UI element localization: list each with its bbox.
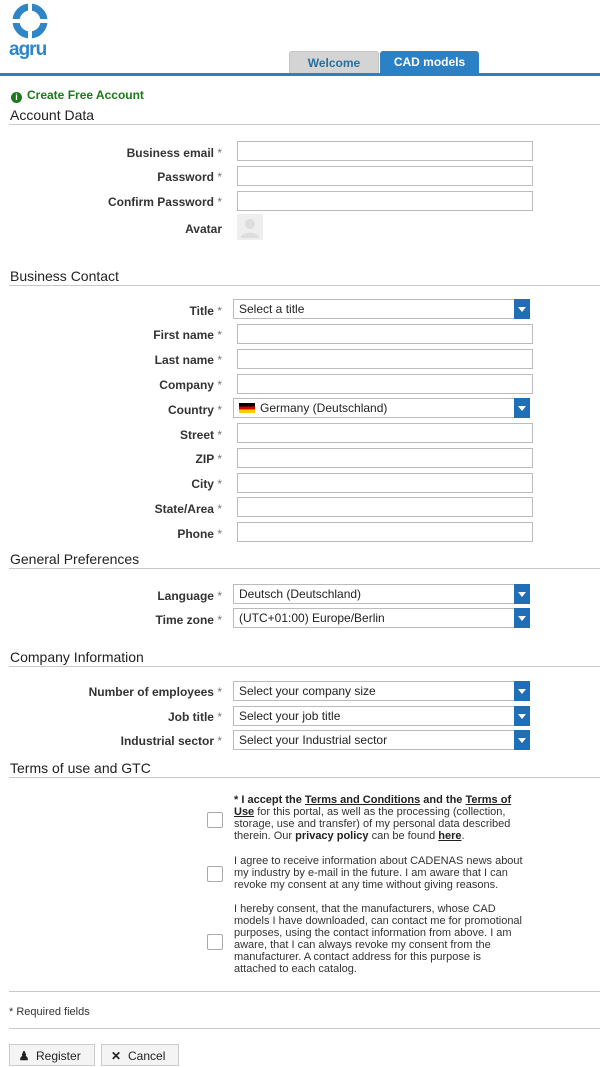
zip-label: ZIP * bbox=[195, 452, 222, 466]
country-label: Country * bbox=[167, 403, 222, 417]
street-input[interactable] bbox=[237, 423, 533, 443]
info-icon: i bbox=[11, 92, 22, 103]
chevron-down-icon bbox=[514, 584, 530, 604]
tab-welcome[interactable]: Welcome bbox=[289, 51, 379, 74]
register-label: Register bbox=[36, 1049, 81, 1063]
chevron-down-icon bbox=[514, 730, 530, 750]
page-title-text: Create Free Account bbox=[27, 88, 144, 102]
section-general-preferences: General Preferences bbox=[10, 551, 140, 567]
cancel-label: Cancel bbox=[128, 1049, 166, 1063]
chevron-down-icon bbox=[514, 681, 530, 701]
phone-input[interactable] bbox=[237, 522, 533, 542]
last-name-input[interactable] bbox=[237, 349, 533, 369]
confirm-password-input[interactable] bbox=[237, 191, 533, 211]
news-consent-checkbox[interactable] bbox=[207, 866, 223, 882]
section-divider bbox=[9, 666, 600, 667]
chevron-down-icon bbox=[514, 299, 530, 319]
timezone-select[interactable]: (UTC+01:00) Europe/Berlin bbox=[233, 608, 530, 628]
city-input[interactable] bbox=[237, 473, 533, 493]
job-title-label: Job title * bbox=[167, 710, 222, 724]
logo-text: agru bbox=[9, 39, 47, 60]
news-consent-text: I agree to receive information about CAD… bbox=[234, 855, 523, 891]
chevron-down-icon bbox=[514, 608, 530, 628]
tab-cad-models[interactable]: CAD models bbox=[380, 51, 479, 73]
section-divider bbox=[9, 991, 600, 992]
section-terms: Terms of use and GTC bbox=[10, 760, 151, 776]
accept-terms-checkbox[interactable] bbox=[207, 812, 223, 828]
industrial-sector-label: Industrial sector * bbox=[120, 734, 222, 748]
password-input[interactable] bbox=[237, 166, 533, 186]
industrial-sector-select[interactable]: Select your Industrial sector bbox=[233, 730, 530, 750]
language-select[interactable]: Deutsch (Deutschland) bbox=[233, 584, 530, 604]
state-input[interactable] bbox=[237, 497, 533, 517]
register-button[interactable]: ♟ Register bbox=[9, 1044, 95, 1066]
phone-label: Phone * bbox=[177, 527, 222, 541]
manufacturer-consent-text: I hereby consent, that the manufacturers… bbox=[234, 903, 522, 975]
agru-logo-icon bbox=[12, 3, 48, 39]
avatar-label: Avatar bbox=[185, 222, 222, 236]
header-divider bbox=[0, 73, 600, 76]
terms-and-conditions-link[interactable]: Terms and Conditions bbox=[305, 794, 420, 806]
required-fields-note: * Required fields bbox=[9, 1006, 90, 1018]
street-label: Street * bbox=[179, 428, 222, 442]
language-label: Language * bbox=[157, 589, 222, 603]
job-title-select[interactable]: Select your job title bbox=[233, 706, 530, 726]
privacy-here-link[interactable]: here bbox=[438, 830, 461, 842]
manufacturer-consent-checkbox[interactable] bbox=[207, 934, 223, 950]
last-name-label: Last name * bbox=[154, 353, 222, 367]
cancel-button[interactable]: ✕ Cancel bbox=[101, 1044, 179, 1066]
business-email-input[interactable] bbox=[237, 141, 533, 161]
state-label: State/Area * bbox=[154, 502, 222, 516]
country-select[interactable]: Germany (Deutschland) bbox=[233, 398, 530, 418]
title-select[interactable]: Select a title bbox=[233, 299, 530, 319]
section-divider bbox=[9, 568, 600, 569]
avatar-placeholder-icon[interactable] bbox=[237, 214, 263, 240]
password-label: Password * bbox=[157, 170, 222, 184]
section-divider bbox=[9, 777, 600, 778]
page-title: i Create Free Account bbox=[11, 88, 144, 103]
section-company-information: Company Information bbox=[10, 649, 144, 665]
timezone-label: Time zone * bbox=[155, 613, 222, 627]
first-name-label: First name * bbox=[153, 328, 222, 342]
company-label: Company * bbox=[159, 378, 222, 392]
first-name-input[interactable] bbox=[237, 324, 533, 344]
section-divider bbox=[9, 124, 600, 125]
company-input[interactable] bbox=[237, 374, 533, 394]
business-email-label: Business email * bbox=[126, 146, 222, 160]
zip-input[interactable] bbox=[237, 448, 533, 468]
confirm-password-label: Confirm Password * bbox=[107, 195, 222, 209]
section-business-contact: Business Contact bbox=[10, 268, 119, 284]
section-divider bbox=[9, 285, 600, 286]
chevron-down-icon bbox=[514, 398, 530, 418]
chevron-down-icon bbox=[514, 706, 530, 726]
accept-terms-text: * I accept the Terms and Conditions and … bbox=[234, 794, 512, 842]
company-size-select[interactable]: Select your company size bbox=[233, 681, 530, 701]
section-account-data: Account Data bbox=[10, 107, 95, 123]
city-label: City * bbox=[191, 477, 222, 491]
germany-flag-icon bbox=[239, 403, 255, 413]
employees-label: Number of employees * bbox=[88, 685, 222, 699]
title-label: Title * bbox=[189, 304, 222, 318]
section-divider bbox=[9, 1028, 600, 1029]
